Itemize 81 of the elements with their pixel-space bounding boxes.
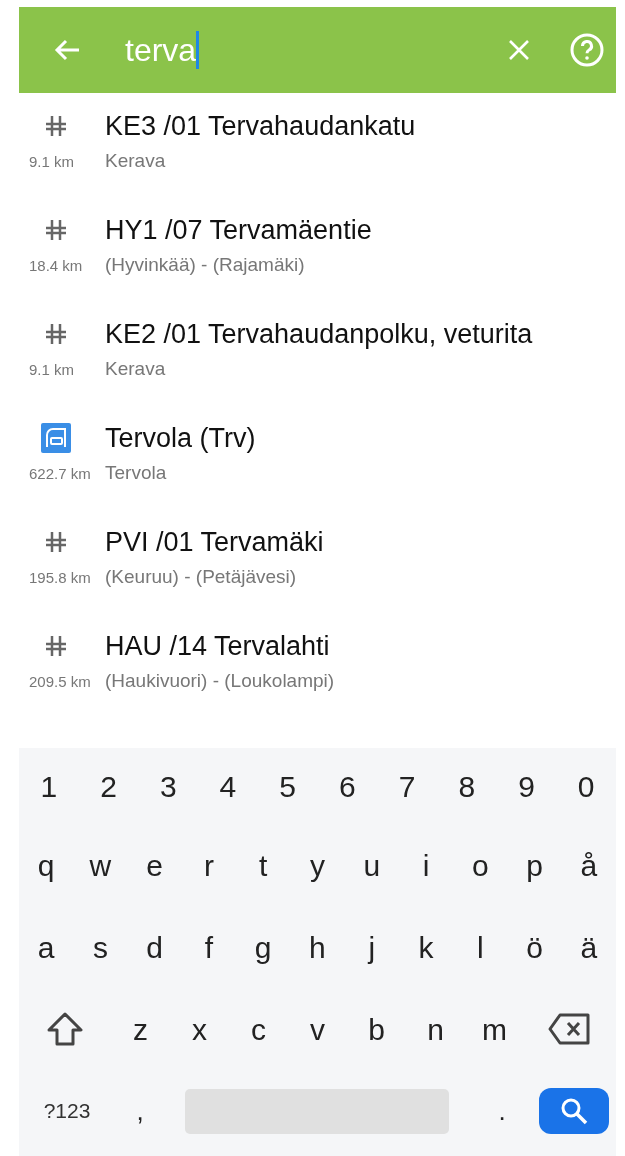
- text-cursor: [196, 31, 200, 69]
- keyboard-key[interactable]: f: [181, 924, 237, 970]
- result-item[interactable]: HY1 /07 Tervamäentie 18.4 km (Hyvinkää) - (Rajamäki): [19, 213, 616, 317]
- keyboard-key[interactable]: 3: [138, 763, 199, 809]
- keyboard-key[interactable]: i: [398, 842, 454, 888]
- keyboard-key[interactable]: s: [73, 924, 128, 970]
- distance-label: 195.8 km: [28, 568, 92, 588]
- keyboard-key[interactable]: m: [465, 1006, 524, 1052]
- keyboard-key[interactable]: e: [127, 842, 182, 888]
- result-subtitle: (Keuruu) - (Petäjävesi): [105, 565, 298, 589]
- keyboard-key[interactable]: l: [453, 924, 508, 970]
- keyboard-key[interactable]: b: [347, 1006, 406, 1052]
- shift-icon: [46, 1011, 84, 1047]
- keyboard-key[interactable]: x: [170, 1006, 229, 1052]
- keyboard-key[interactable]: z: [111, 1006, 170, 1052]
- space-bar[interactable]: [185, 1088, 449, 1134]
- result-subtitle: (Hyvinkää) - (Rajamäki): [105, 253, 306, 277]
- backspace-icon: [548, 1012, 592, 1046]
- keyboard-key[interactable]: g: [236, 924, 291, 970]
- result-title: PVI /01 Tervamäki: [105, 526, 325, 559]
- result-title: HAU /14 Tervalahti: [105, 630, 331, 663]
- keyboard-key[interactable]: 4: [198, 763, 258, 809]
- keyboard-key[interactable]: 5: [257, 763, 318, 809]
- keyboard-key[interactable]: d: [127, 924, 182, 970]
- keyboard-key[interactable]: 9: [496, 763, 557, 809]
- result-item[interactable]: HAU /14 Tervalahti 209.5 km (Haukivuori) - (Loukolampi): [19, 629, 616, 733]
- keyboard-key[interactable]: t: [236, 842, 291, 888]
- result-subtitle: Kerava: [105, 357, 167, 381]
- keyboard-key[interactable]: p: [507, 842, 562, 888]
- period-key[interactable]: .: [469, 1091, 535, 1131]
- distance-label: 622.7 km: [28, 464, 92, 484]
- keyboard-key[interactable]: 1: [19, 763, 79, 809]
- result-title: KE2 /01 Tervahaudanpolku, veturita: [105, 318, 534, 351]
- result-title: KE3 /01 Tervahaudankatu: [105, 110, 417, 143]
- keyboard-key[interactable]: c: [229, 1006, 288, 1052]
- keyboard-key[interactable]: u: [344, 842, 399, 888]
- keyboard-key[interactable]: n: [406, 1006, 465, 1052]
- keyboard-key[interactable]: 0: [556, 763, 617, 809]
- clear-icon[interactable]: [508, 39, 530, 61]
- keyboard-key[interactable]: w: [73, 842, 128, 888]
- result-subtitle: (Haukivuori) - (Loukolampi): [105, 669, 336, 693]
- stop-icon: [44, 218, 68, 242]
- keyboard-key[interactable]: 7: [377, 763, 437, 809]
- result-title: Tervola (Trv): [105, 422, 257, 455]
- keyboard-key[interactable]: å: [561, 842, 616, 888]
- stop-icon: [44, 114, 68, 138]
- keyboard-key[interactable]: 2: [78, 763, 139, 809]
- result-item[interactable]: KE2 /01 Tervahaudanpolku, veturita 9.1 km Kerava: [19, 317, 616, 421]
- stop-icon: [44, 322, 68, 346]
- keyboard-key[interactable]: a: [19, 924, 74, 970]
- distance-label: 9.1 km: [28, 152, 75, 172]
- help-icon[interactable]: [570, 33, 604, 67]
- result-title: HY1 /07 Tervamäentie: [105, 214, 373, 247]
- distance-label: 18.4 km: [28, 256, 84, 276]
- keyboard-key[interactable]: 8: [436, 763, 497, 809]
- result-subtitle: Kerava: [105, 149, 167, 173]
- keyboard-key[interactable]: v: [288, 1006, 347, 1052]
- comma-key[interactable]: ,: [115, 1091, 165, 1131]
- symbols-key[interactable]: ?123: [19, 1095, 115, 1127]
- distance-label: 9.1 km: [28, 360, 75, 380]
- keyboard-key[interactable]: ä: [561, 924, 616, 970]
- result-item[interactable]: KE3 /01 Tervahaudankatu 9.1 km Kerava: [19, 109, 616, 213]
- keyboard-key[interactable]: o: [453, 842, 508, 888]
- keyboard-key[interactable]: 6: [317, 763, 378, 809]
- distance-label: 209.5 km: [28, 672, 92, 692]
- keyboard-key[interactable]: r: [181, 842, 237, 888]
- keyboard-key[interactable]: q: [19, 842, 74, 888]
- search-key[interactable]: [539, 1088, 609, 1134]
- keyboard-key[interactable]: y: [290, 842, 345, 888]
- result-item[interactable]: PVI /01 Tervamäki 195.8 km (Keuruu) - (Petäjävesi): [19, 525, 616, 629]
- keyboard-key[interactable]: h: [290, 924, 345, 970]
- train-icon: [41, 423, 71, 453]
- stop-icon: [44, 634, 68, 658]
- result-item[interactable]: Tervola (Trv) 622.7 km Tervola: [19, 421, 616, 525]
- back-arrow-icon[interactable]: [53, 38, 81, 62]
- search-icon: [559, 1096, 589, 1126]
- keyboard-key[interactable]: ö: [507, 924, 562, 970]
- keyboard-key[interactable]: k: [398, 924, 454, 970]
- result-subtitle: Tervola: [105, 461, 168, 485]
- stop-icon: [44, 530, 68, 554]
- keyboard-key[interactable]: j: [344, 924, 399, 970]
